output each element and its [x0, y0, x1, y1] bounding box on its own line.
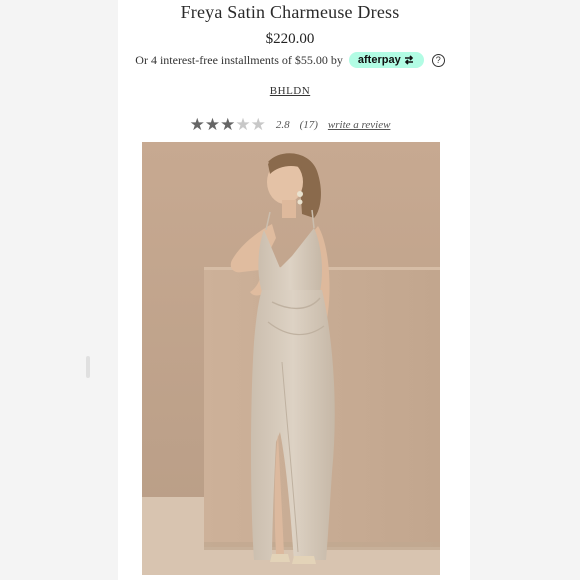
afterpay-badge[interactable]: afterpay: [348, 52, 424, 68]
star-icon: ★: [235, 115, 251, 134]
afterpay-label: afterpay: [357, 54, 401, 66]
scroll-edge-marker: [86, 356, 90, 378]
product-photo[interactable]: [142, 142, 440, 575]
product-price: $220.00: [265, 31, 315, 47]
write-review-link[interactable]: write a review: [328, 119, 391, 131]
star-icon: ★: [220, 115, 236, 134]
dress-model-image: [142, 142, 440, 575]
brand-row: BHLDN: [0, 85, 580, 97]
star-icon: ★: [250, 115, 266, 134]
star-rating[interactable]: ★ ★ ★ ★ ★: [190, 116, 266, 133]
installments-row: Or 4 interest-free installments of $55.0…: [0, 52, 580, 68]
installments-text: Or 4 interest-free installments of $55.0…: [135, 52, 343, 67]
review-count: (17): [299, 118, 318, 131]
star-icon: ★: [189, 115, 205, 134]
brand-link[interactable]: BHLDN: [270, 85, 310, 97]
rating-row: ★ ★ ★ ★ ★ 2.8 (17) write a review: [0, 116, 580, 133]
product-title: Freya Satin Charmeuse Dress: [180, 2, 400, 22]
afterpay-arrows-icon: [404, 55, 413, 65]
star-icon: ★: [204, 115, 221, 134]
question-circle-icon[interactable]: ?: [431, 53, 445, 67]
rating-value: 2.8: [275, 118, 290, 131]
